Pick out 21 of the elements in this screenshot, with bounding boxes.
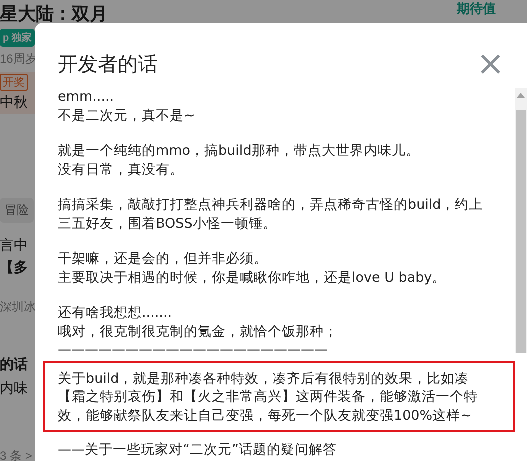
comment-title: 的话: [0, 356, 28, 374]
paragraph-text: 就是一个纯纯的mmo，搞build那种，带点大世界内味儿。 没有日常，真没有。: [57, 142, 421, 179]
paragraph-text: 干架嘛，还是会的，但并非必须。 主要取决于相遇的时候，你是喊瞅你咋地，还是love U baby。: [57, 250, 448, 287]
prize-tag: 开奖: [0, 74, 28, 91]
paragraph-text: emm..... 不是二次元，真不是~: [57, 88, 196, 125]
exclusive-badge: p 独家: [0, 29, 35, 47]
author-name: 深圳冰: [0, 299, 36, 316]
rating-label: 期待值: [457, 0, 496, 18]
paragraph-text: ——关于一些玩家对“二次元”话题的疑问解答: [57, 441, 338, 460]
comment-text: 内味: [0, 380, 28, 398]
genre-tag: 冒险: [0, 198, 34, 223]
close-button[interactable]: ×: [476, 49, 505, 79]
news-text: 中秋: [0, 94, 28, 112]
paragraph-text: 搞搞采集，敲敲打打整点神兵利器啥的，弄点稀奇古怪的build，约上 三五好友，围着BOSS小怪一顿锤。: [57, 196, 484, 233]
description-text: 言中: [0, 237, 28, 255]
dialog-title: 开发者的话: [58, 52, 158, 78]
page-title: 星大陆：双月: [0, 3, 108, 26]
description-text: 【多: [0, 259, 28, 277]
scrollbar-drawing[interactable]: [515, 88, 527, 353]
paragraph-text: 还有啥我想想....... 哦对，很克制很克制的氪金，就恰个饭那种； ————————————————————: [57, 304, 339, 360]
highlighted-paragraph: 关于build，就是那种凑各种特效，凑齐后有很特别的效果，比如凑 【霜之特别哀伤】和【火之非常高兴】这两件装备，能够激活一个特 效，能够献祭队友来让自己变强，每死一个队友就变强100%这样~: [43, 360, 515, 432]
